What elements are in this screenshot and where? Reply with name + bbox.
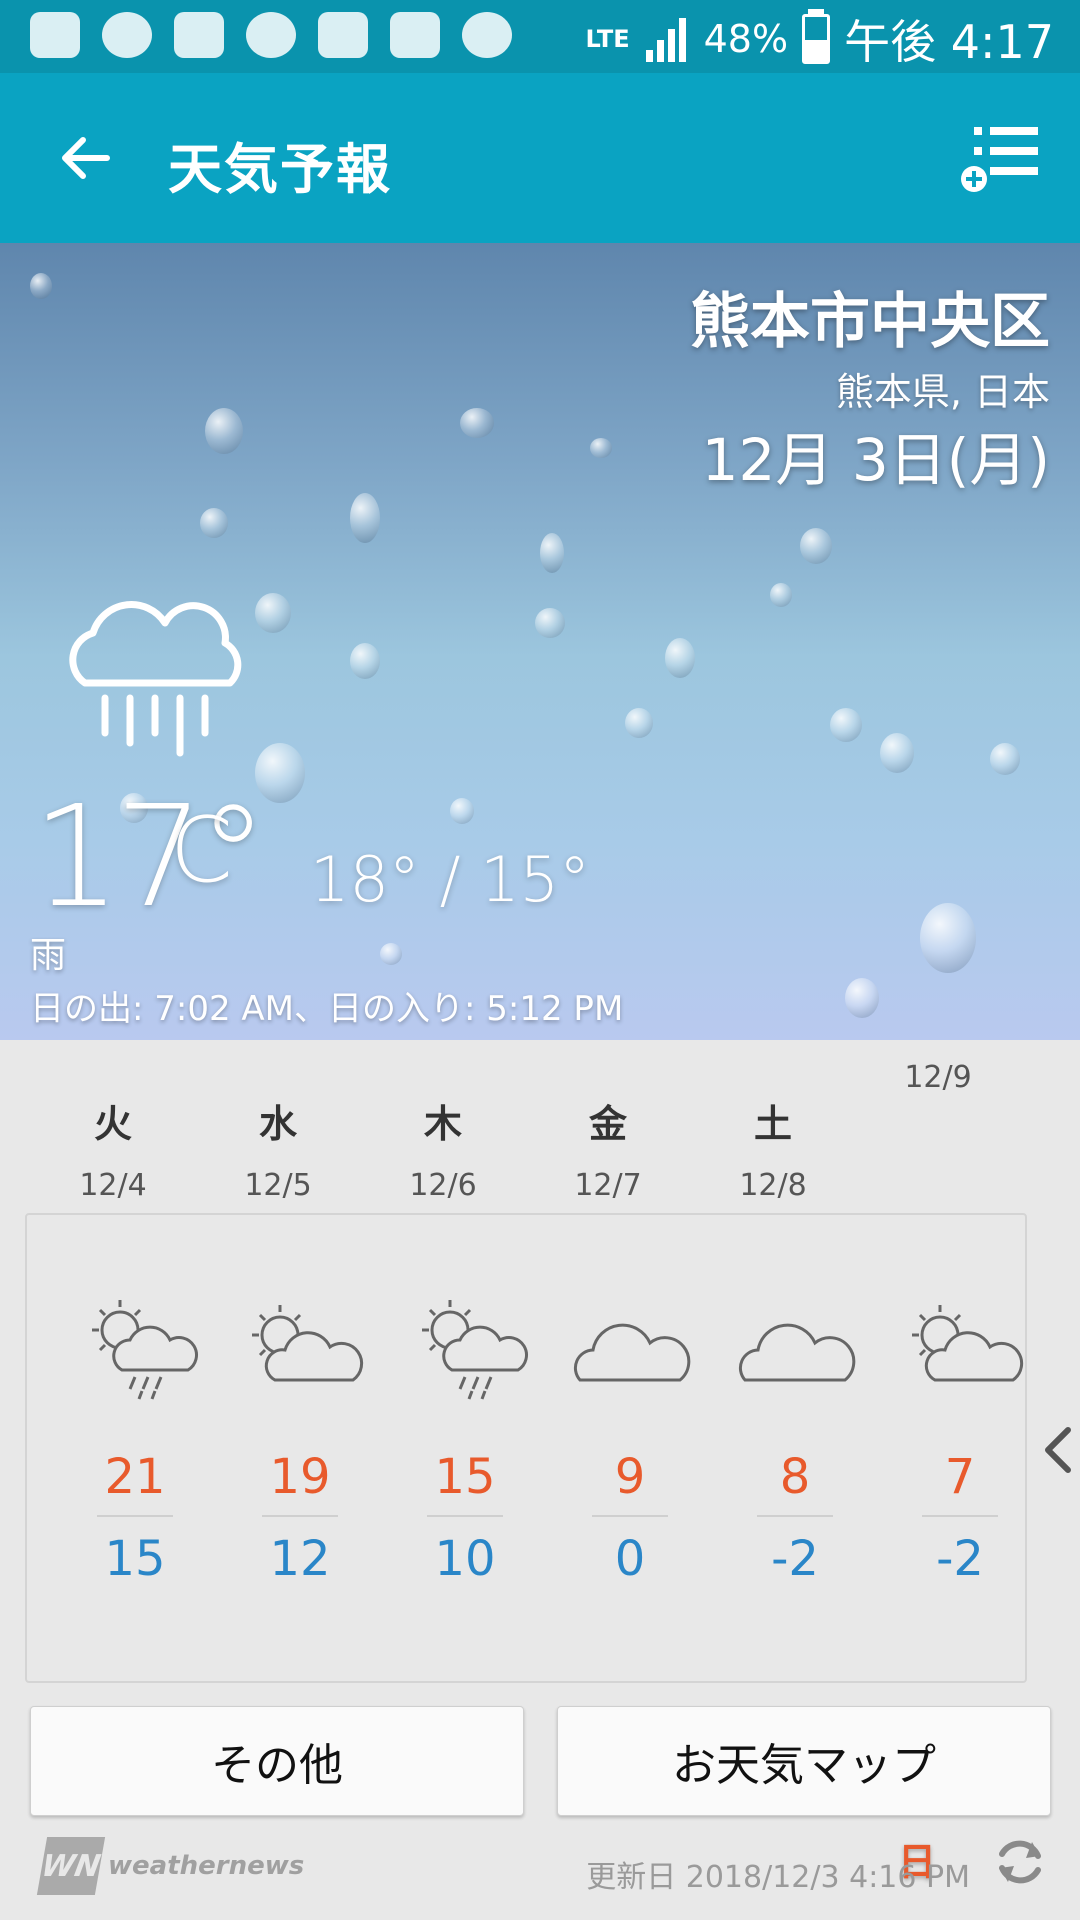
forecast-column: 19 12 (225, 1285, 375, 1587)
current-date: 12月 3日(月) (701, 426, 1050, 494)
signal-icon (644, 16, 690, 62)
app-icon (390, 12, 440, 58)
day-date: 12/8 (739, 1168, 807, 1203)
high-low-temperature: 18° / 15° (310, 843, 591, 916)
forecast-days-header: 火 12/4 水 12/5 木 12/6 金 12/7 土 12/8 日 12/9 (0, 1040, 1080, 1884)
low-temp: 10 (434, 1531, 496, 1587)
prefecture-country: 熊本県, 日本 (835, 370, 1050, 414)
day-of-week: 水 (258, 1102, 297, 1146)
current-weather-panel: 熊本市中央区 熊本県, 日本 12月 3日(月) 17° C 18° / 15°… (0, 243, 1080, 1040)
temperature-unit: C (170, 798, 233, 903)
forecast-column: 21 15 (60, 1285, 210, 1587)
high-temp: 7 (944, 1449, 976, 1505)
mascot-icon (462, 12, 512, 58)
day-date: 12/5 (244, 1168, 312, 1203)
other-button[interactable]: その他 (30, 1706, 524, 1816)
high-temp: 19 (269, 1449, 331, 1505)
battery-icon (802, 9, 831, 64)
mail-icon (318, 12, 368, 58)
message-icon (30, 12, 80, 58)
rain-cloud-icon (69, 601, 242, 757)
wn-logo-mark: WN (36, 1837, 106, 1895)
weekly-forecast-panel[interactable]: 21 15 19 12 15 10 9 0 8 -2 7 -2 (25, 1213, 1027, 1683)
status-bar: LTE 48% 午後 4:17 (0, 0, 1080, 73)
sun-cloud-rain-icon (422, 1300, 528, 1400)
high-temp: 21 (104, 1449, 166, 1505)
page-title: 天気予報 (168, 138, 392, 201)
app-bar: 天気予報 (0, 73, 1080, 243)
divider (592, 1515, 668, 1517)
add-location-list-icon[interactable] (960, 121, 1040, 201)
sun-cloud-icon (912, 1305, 1024, 1382)
divider (757, 1515, 833, 1517)
forecast-day: 木 12/6 (373, 1040, 513, 1203)
divider (427, 1515, 503, 1517)
forecast-column: 9 0 (555, 1285, 705, 1587)
day-of-week: 金 (588, 1102, 627, 1146)
forecast-day: 金 12/7 (538, 1040, 678, 1203)
day-date: 12/4 (79, 1168, 147, 1203)
day-date: 12/9 (904, 1060, 972, 1095)
weather-map-button[interactable]: お天気マップ (557, 1706, 1051, 1816)
sun-cloud-rain-icon (92, 1300, 198, 1400)
high-temp: 8 (779, 1449, 811, 1505)
back-arrow-icon[interactable] (55, 128, 115, 188)
forecast-day: 土 12/8 (703, 1040, 843, 1203)
day-date: 12/7 (574, 1168, 642, 1203)
day-of-week: 火 (93, 1102, 132, 1146)
day-of-week: 木 (423, 1102, 462, 1146)
low-temp: 15 (104, 1531, 166, 1587)
battery-fill (805, 39, 828, 61)
day-of-week: 土 (753, 1102, 792, 1146)
sunrise-sunset: 日の出: 7:02 AM、日の入り: 5:12 PM (30, 989, 624, 1029)
chevron-left-icon[interactable] (1030, 1420, 1080, 1480)
youtube-icon (174, 12, 224, 58)
day-date: 12/6 (409, 1168, 477, 1203)
forecast-column: 7 -2 (885, 1285, 1035, 1587)
forecast-day: 水 12/5 (208, 1040, 348, 1203)
low-temp: 0 (614, 1531, 646, 1587)
divider (97, 1515, 173, 1517)
low-temp: -2 (771, 1531, 819, 1587)
battery-percent: 48% (703, 17, 789, 61)
city-name: 熊本市中央区 (690, 287, 1050, 357)
low-temp: -2 (936, 1531, 984, 1587)
updated-timestamp: 更新日 2018/12/3 4:16 PM (586, 1860, 970, 1895)
notification-icons (30, 12, 512, 58)
line-icon (102, 12, 152, 58)
refresh-icon[interactable] (992, 1834, 1048, 1890)
mascot-icon (246, 12, 296, 58)
high-temp: 15 (434, 1449, 496, 1505)
forecast-day: 日 12/9 (868, 1040, 1008, 1884)
brand-name: weathernews (108, 1851, 305, 1881)
high-temp: 9 (614, 1449, 646, 1505)
forecast-column: 8 -2 (720, 1285, 870, 1587)
forecast-column: 15 10 (390, 1285, 540, 1587)
weather-condition: 雨 (30, 935, 67, 976)
clock: 午後 4:17 (844, 15, 1054, 69)
cloud-icon (573, 1323, 691, 1382)
cloud-icon (738, 1323, 856, 1382)
low-temp: 12 (269, 1531, 331, 1587)
divider (262, 1515, 338, 1517)
divider (922, 1515, 998, 1517)
weathernews-logo: WN weathernews (36, 1837, 305, 1895)
forecast-day: 火 12/4 (43, 1040, 183, 1203)
network-type: LTE (585, 25, 630, 53)
sun-cloud-icon (252, 1305, 364, 1382)
